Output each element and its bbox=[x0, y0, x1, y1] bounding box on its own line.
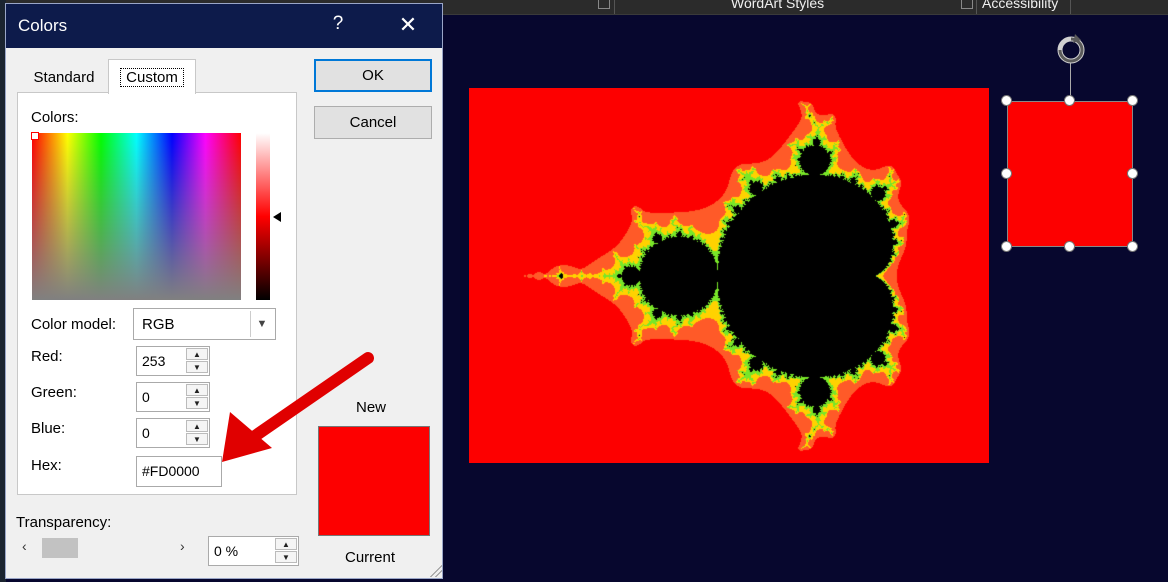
luminance-slider[interactable] bbox=[256, 133, 270, 300]
resize-handle-bm[interactable] bbox=[1064, 241, 1075, 252]
blue-spinner[interactable]: 0 ▲ ▼ bbox=[136, 418, 210, 448]
blue-label: Blue: bbox=[31, 420, 66, 437]
green-value: 0 bbox=[142, 389, 150, 405]
blue-value: 0 bbox=[142, 425, 150, 441]
ribbon-separator bbox=[614, 0, 615, 14]
transparency-spinner[interactable]: 0 % ▲ ▼ bbox=[208, 536, 299, 566]
resize-handle-br[interactable] bbox=[1127, 241, 1138, 252]
resize-handle-tr[interactable] bbox=[1127, 95, 1138, 106]
green-spinner[interactable]: 0 ▲ ▼ bbox=[136, 382, 210, 412]
transparency-value: 0 % bbox=[214, 543, 239, 559]
red-spinner[interactable]: 253 ▲ ▼ bbox=[136, 346, 210, 376]
resize-handle-tm[interactable] bbox=[1064, 95, 1075, 106]
color-model-value: RGB bbox=[142, 316, 175, 333]
resize-grip-icon[interactable] bbox=[430, 565, 442, 577]
luminance-arrow-icon[interactable] bbox=[273, 212, 281, 222]
tab-standard[interactable]: Standard bbox=[20, 62, 108, 92]
transparency-label: Transparency: bbox=[16, 514, 112, 531]
spectrum-crosshair[interactable] bbox=[31, 132, 39, 140]
slider-thumb[interactable] bbox=[42, 538, 78, 558]
close-icon[interactable]: ✕ bbox=[396, 12, 420, 38]
color-model-select[interactable]: RGB ▼ bbox=[133, 308, 276, 340]
red-label: Red: bbox=[31, 348, 63, 365]
help-icon[interactable]: ? bbox=[328, 13, 348, 35]
ribbon-separator bbox=[1070, 0, 1071, 14]
colors-label: Colors: bbox=[31, 109, 79, 126]
annotation-arrow-icon bbox=[222, 352, 374, 462]
ribbon-group-accessibility: Accessibility bbox=[982, 0, 1059, 11]
dialog-title: Colors bbox=[18, 16, 68, 35]
chevron-down-icon[interactable]: ▼ bbox=[250, 311, 273, 337]
selected-shape[interactable] bbox=[1007, 101, 1133, 247]
resize-handle-bl[interactable] bbox=[1001, 241, 1012, 252]
ok-button[interactable]: OK bbox=[314, 59, 432, 92]
color-model-label: Color model: bbox=[31, 316, 117, 333]
ribbon-separator bbox=[976, 0, 977, 14]
transparency-slider[interactable]: ‹ › bbox=[18, 536, 198, 560]
tab-label: Standard bbox=[33, 69, 95, 86]
resize-handle-ml[interactable] bbox=[1001, 168, 1012, 179]
tab-label: Custom bbox=[120, 68, 184, 87]
current-label: Current bbox=[345, 549, 396, 566]
colors-dialog: Colors ? ✕ Standard Custom Colors: Color… bbox=[5, 3, 443, 579]
dialog-launcher-icon[interactable] bbox=[961, 0, 973, 9]
spin-up-icon[interactable]: ▲ bbox=[275, 538, 297, 550]
dialog-titlebar[interactable]: Colors ? ✕ bbox=[6, 4, 442, 48]
rotate-icon[interactable] bbox=[1054, 33, 1088, 67]
dialog-launcher-icon[interactable] bbox=[598, 0, 610, 9]
rotation-stem bbox=[1070, 62, 1071, 96]
resize-handle-mr[interactable] bbox=[1127, 168, 1138, 179]
tab-custom[interactable]: Custom bbox=[108, 59, 196, 94]
resize-handle-tl[interactable] bbox=[1001, 95, 1012, 106]
scroll-right-icon[interactable]: › bbox=[180, 538, 185, 554]
hex-label: Hex: bbox=[31, 457, 62, 474]
mandelbrot-image[interactable] bbox=[469, 88, 989, 463]
hex-value: #FD0000 bbox=[142, 463, 200, 479]
spin-down-icon[interactable]: ▼ bbox=[275, 551, 297, 563]
green-label: Green: bbox=[31, 384, 77, 401]
color-spectrum[interactable] bbox=[32, 133, 241, 300]
red-value: 253 bbox=[142, 353, 166, 369]
cancel-button[interactable]: Cancel bbox=[314, 106, 432, 139]
ribbon-group-wordart-styles: WordArt Styles bbox=[731, 0, 825, 11]
scroll-left-icon[interactable]: ‹ bbox=[22, 538, 27, 554]
